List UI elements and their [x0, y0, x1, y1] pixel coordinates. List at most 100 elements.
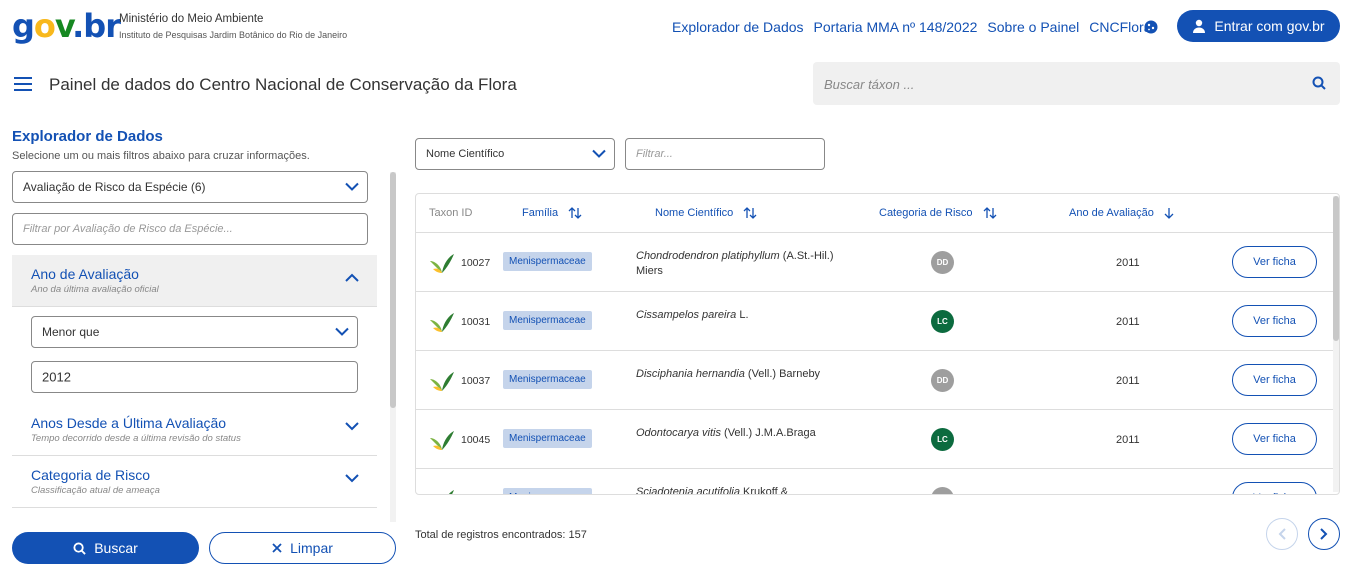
logo-g: g — [12, 7, 35, 45]
table-filter-input[interactable]: Filtrar... — [625, 138, 825, 170]
ver-ficha-button[interactable]: Ver ficha — [1232, 482, 1317, 494]
accordion-title: Categoria de Risco — [31, 467, 151, 483]
chevron-left-icon — [1278, 528, 1286, 540]
plant-icon — [430, 372, 454, 391]
header-label: Categoria de Risco — [879, 207, 973, 219]
comparator-value: Menor que — [42, 325, 100, 339]
accordion-title: Ano de Avaliação — [31, 266, 139, 282]
institute-name: Instituto de Pesquisas Jardim Botânico d… — [119, 30, 348, 40]
header-ano-avaliacao[interactable]: Ano de Avaliação — [1069, 207, 1174, 219]
ministry-name: Ministério do Meio Ambiente — [119, 13, 264, 25]
table-row: 10045 Menispermaceae Odontocarya vitis (Ve… — [416, 410, 1336, 469]
sort-icon[interactable] — [743, 207, 757, 219]
ver-ficha-button[interactable]: Ver ficha — [1232, 246, 1317, 278]
family-badge: Menispermaceae — [503, 311, 592, 330]
scrollbar-thumb[interactable] — [390, 172, 396, 408]
explorer-title: Explorador de Dados — [12, 128, 163, 145]
table-header: Taxon ID Família Nome Científico Categor… — [416, 194, 1339, 233]
accordion-title: Anos Desde a Última Avaliação — [31, 415, 227, 431]
assessment-year: 2011 — [1116, 257, 1140, 269]
logo-v: v — [54, 7, 73, 45]
login-button[interactable]: Entrar com gov.br — [1177, 10, 1340, 42]
accordion-anos-desde[interactable]: Anos Desde a Última Avaliação Tempo deco… — [12, 404, 377, 456]
scientific-name-italic: Disciphania hernandia — [636, 368, 745, 380]
left-panel-scrollbar[interactable] — [390, 172, 396, 522]
scientific-name: Disciphania hernandia (Vell.) Barneby — [636, 367, 836, 382]
scrollbar-thumb[interactable] — [1333, 196, 1339, 341]
search-icon[interactable] — [1312, 76, 1326, 90]
scientific-name: Chondrodendron platiphyllum (A.St.-Hil.)… — [636, 249, 836, 279]
buscar-button[interactable]: Buscar — [12, 532, 199, 564]
scientific-name-italic: Sciadotenia acutifolia — [636, 486, 740, 495]
table-row: 10031 Menispermaceae Cissampelos pareira L… — [416, 292, 1336, 351]
taxon-id: 10027 — [461, 257, 491, 269]
sort-icon[interactable] — [983, 207, 997, 219]
table-row: 10027 Menispermaceae Chondrodendron platip… — [416, 233, 1336, 292]
govbr-logo[interactable]: gov.br — [12, 6, 121, 46]
menu-icon[interactable] — [14, 76, 32, 92]
close-icon — [272, 543, 282, 553]
nav-portaria[interactable]: Portaria MMA nº 148/2022 — [814, 19, 978, 35]
ver-ficha-button[interactable]: Ver ficha — [1232, 423, 1317, 455]
sort-desc-icon[interactable] — [1164, 207, 1174, 219]
login-label: Entrar com gov.br — [1214, 18, 1325, 34]
scientific-name-italic: Cissampelos pareira — [636, 309, 737, 321]
scroll-fade — [12, 508, 392, 528]
chevron-up-icon[interactable] — [345, 273, 359, 282]
header-nome-cientifico[interactable]: Nome Científico — [655, 207, 757, 219]
nav-sobre[interactable]: Sobre o Painel — [987, 19, 1079, 35]
header-categoria-risco[interactable]: Categoria de Risco — [879, 207, 997, 219]
total-records: Total de registros encontrados: 157 — [415, 529, 587, 541]
cookie-icon[interactable] — [1144, 20, 1158, 34]
accordion-subtitle: Tempo decorrido desde a última revisão d… — [31, 433, 241, 444]
chevron-down-icon[interactable] — [345, 474, 359, 483]
limpar-button[interactable]: Limpar — [209, 532, 396, 564]
taxon-id: 10037 — [461, 375, 491, 387]
sort-icon[interactable] — [568, 207, 582, 219]
chevron-down-icon — [335, 327, 349, 336]
chevron-down-icon[interactable] — [345, 422, 359, 431]
search-placeholder: Buscar táxon ... — [824, 77, 915, 92]
scientific-name-italic: Odontocarya vitis — [636, 427, 721, 439]
chevron-down-icon — [592, 149, 606, 158]
scientific-name-italic: Chondrodendron platiphyllum — [636, 250, 780, 262]
accordion-categoria-risco[interactable]: Categoria de Risco Classificação atual d… — [12, 456, 377, 508]
header-familia[interactable]: Família — [522, 207, 582, 219]
filter-dataset-input[interactable]: Filtrar por Avaliação de Risco da Espéci… — [12, 213, 368, 245]
results-table: Taxon ID Família Nome Científico Categor… — [415, 193, 1340, 495]
dataset-select[interactable]: Avaliação de Risco da Espécie (6) — [12, 171, 368, 203]
comparator-select[interactable]: Menor que — [31, 316, 358, 348]
year-input[interactable]: 2012 — [31, 361, 358, 393]
nav-cncflora[interactable]: CNCFlora — [1089, 19, 1151, 35]
chevron-right-icon — [1320, 528, 1328, 540]
header-taxon-id: Taxon ID — [429, 207, 472, 219]
scientific-name: Sciadotenia acutifolia Krukoff & — [636, 485, 836, 495]
family-badge: Menispermaceae — [503, 252, 592, 271]
risk-badge: DD — [931, 251, 954, 274]
scientific-author: (Vell.) J.M.A.Braga — [720, 427, 816, 439]
prev-page-button[interactable] — [1266, 518, 1298, 550]
logo-o: o — [33, 7, 56, 45]
table-row: 10037 Menispermaceae Disciphania hernandia… — [416, 351, 1336, 410]
next-page-button[interactable] — [1308, 518, 1340, 550]
taxon-id: 10049 — [461, 493, 490, 494]
table-scrollbar[interactable] — [1333, 196, 1339, 492]
column-select-value: Nome Científico — [426, 148, 505, 160]
ver-ficha-button[interactable]: Ver ficha — [1232, 364, 1317, 396]
risk-badge: LC — [931, 310, 954, 333]
ver-ficha-button[interactable]: Ver ficha — [1232, 305, 1317, 337]
nav-explorador[interactable]: Explorador de Dados — [672, 19, 804, 35]
year-input-value: 2012 — [42, 369, 71, 385]
risk-badge: LC — [931, 428, 954, 451]
header-label: Ano de Avaliação — [1069, 207, 1154, 219]
scientific-name: Odontocarya vitis (Vell.) J.M.A.Braga — [636, 426, 836, 441]
family-badge: Menispermaceae — [503, 429, 592, 448]
plant-icon — [448, 490, 454, 494]
scientific-author: Krukoff & — [739, 486, 789, 495]
column-select[interactable]: Nome Científico — [415, 138, 615, 170]
taxon-search-input[interactable]: Buscar táxon ... — [813, 62, 1340, 105]
assessment-year: 2011 — [1116, 434, 1140, 446]
dataset-select-value: Avaliação de Risco da Espécie (6) — [23, 180, 206, 194]
plant-icon — [430, 254, 454, 273]
accordion-ano-avaliacao[interactable]: Ano de Avaliação Ano da última avaliação… — [12, 255, 377, 307]
